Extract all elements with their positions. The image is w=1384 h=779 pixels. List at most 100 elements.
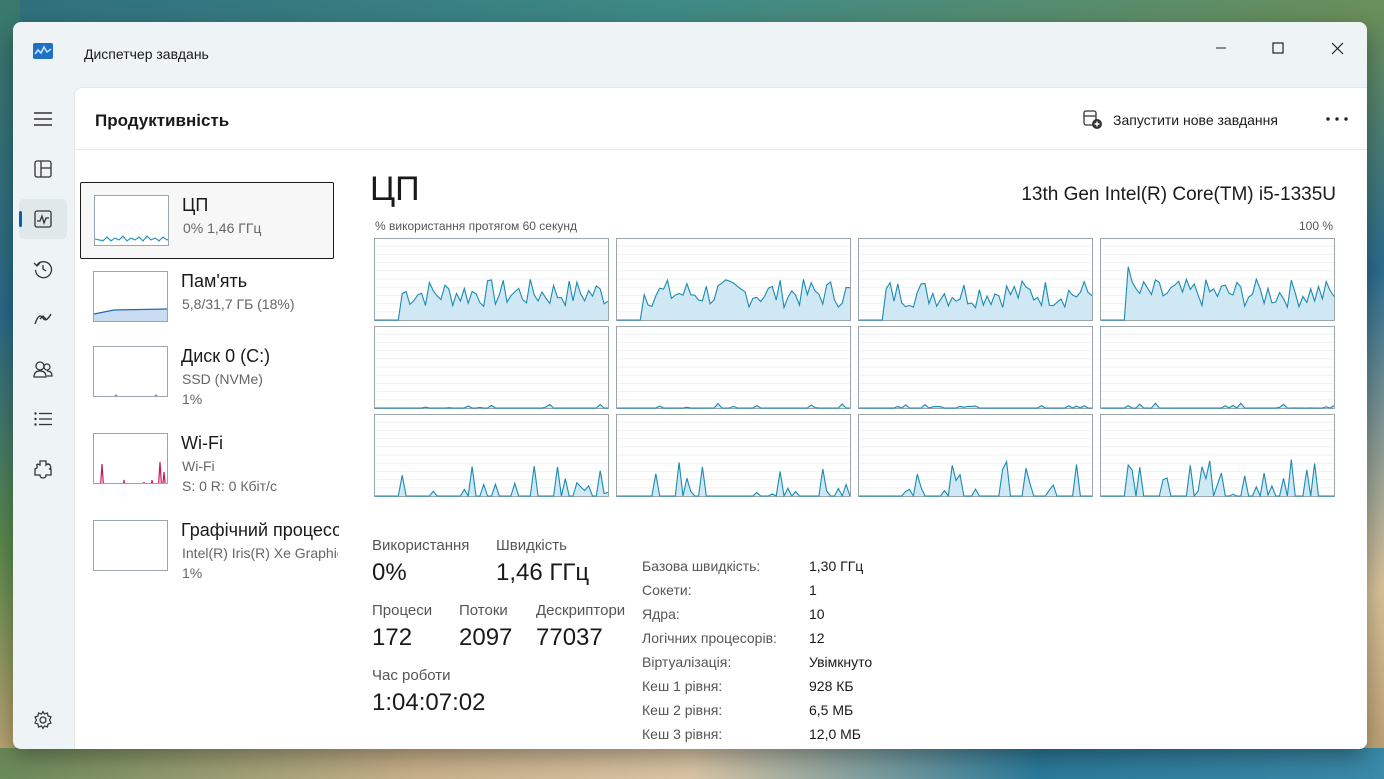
core-graph-1 [616,238,851,321]
spec-sockets-label: Сокети: [642,582,692,598]
resource-detail: 5,8/31,7 ГБ (18%) [182,296,295,312]
history-icon [33,261,53,279]
cpu-title: ЦП [370,170,420,208]
gpu-thumbnail-graph [93,520,168,571]
threads-label: Потоки [459,602,508,619]
processes-value: 172 [372,624,413,651]
nav-users[interactable] [19,349,67,389]
run-task-icon [1083,110,1102,129]
core-graph-5 [616,326,851,409]
task-manager-window: Диспетчер завдань Продуктивність Запусти… [13,22,1367,749]
disk-thumbnail-graph [93,346,168,397]
spec-l3-cache-value: 12,0 МБ [809,726,861,742]
title-bar[interactable]: Диспетчер завдань [13,22,1367,84]
performance-icon [34,210,52,228]
uptime-value: 1:04:07:02 [372,689,486,716]
utilization-value: 0% [372,559,407,586]
maximize-icon [1272,42,1284,54]
gear-icon [34,710,52,730]
spec-l2-cache-label: Кеш 2 рівня: [642,702,723,718]
startup-icon [34,313,52,325]
nav-processes[interactable] [19,149,67,189]
desktop-wallpaper-bottom [0,748,1384,779]
handles-value: 77037 [536,624,603,651]
core-graph-8 [374,414,609,498]
wifi-thumbnail-graph [93,433,168,484]
minimize-icon [1216,47,1226,49]
uptime-label: Час роботи [372,667,451,684]
core-graph-9 [616,414,851,498]
nav-services[interactable] [19,449,67,489]
resource-name: Диск 0 (C:) [181,346,271,366]
memory-thumbnail-graph [93,271,168,322]
processes-icon [34,160,52,178]
graph-max-label: 100 % [1298,219,1333,233]
core-graph-7 [1100,326,1335,409]
resource-item-gpu[interactable]: Графічний процесор 0 Intel(R) Iris(R) Xe… [80,508,339,585]
speed-value: 1,46 ГГц [496,559,590,586]
speed-label: Швидкість [496,537,567,554]
nav-startup-apps[interactable] [19,299,67,339]
resource-item-wifi[interactable]: Wi-Fi Wi-Fi S: 0 R: 0 Кбіт/с [80,421,334,498]
nav-menu-button[interactable] [19,99,67,139]
spec-virtualization-label: Віртуалізація: [642,654,732,670]
resource-detail: Intel(R) Iris(R) Xe Graphics [182,545,338,561]
resource-detail: Wi-Fi [182,458,215,474]
spec-logical-processors-value: 12 [809,630,825,646]
graph-caption: % використання протягом 60 секунд [375,219,577,233]
core-graph-6 [858,326,1093,409]
resource-item-memory[interactable]: Пам'ять 5,8/31,7 ГБ (18%) [80,259,334,336]
close-icon [1331,42,1343,54]
resource-name: Wi-Fi [181,433,223,453]
navigation-sidebar [13,84,73,749]
resource-name: Графічний процесор 0 [181,520,339,540]
core-graph-3 [1100,238,1335,321]
performance-page: Продуктивність Запустити нове завдання Ц… [74,87,1367,749]
nav-performance[interactable] [19,199,67,239]
nav-settings[interactable] [19,700,67,740]
spec-l1-cache-label: Кеш 1 рівня: [642,678,723,694]
more-options-button[interactable] [1322,106,1352,132]
handles-label: Дескриптори [536,602,626,619]
utilization-label: Використання [372,537,470,554]
task-manager-app-icon [33,43,53,59]
core-graph-10 [858,414,1093,498]
run-new-task-button[interactable]: Запустити нове завдання [1083,107,1278,133]
nav-app-history[interactable] [19,249,67,289]
threads-value: 2097 [459,624,513,651]
logical-processor-graphs [374,238,1335,500]
page-title: Продуктивність [95,111,230,130]
spec-l1-cache-value: 928 КБ [809,678,854,694]
minimize-button[interactable] [1198,30,1244,66]
spec-virtualization-value: Увімкнуто [809,654,873,670]
resource-name: ЦП [182,195,209,215]
resource-detail: SSD (NVMe) [182,371,263,387]
hamburger-icon [34,112,52,126]
resource-item-disk[interactable]: Диск 0 (C:) SSD (NVMe) 1% [80,334,334,411]
close-button[interactable] [1314,30,1360,66]
processes-label: Процеси [372,602,433,619]
details-icon [34,412,52,426]
resource-detail: 1% [182,565,203,581]
more-icon [1326,117,1348,121]
spec-base-speed-label: Базова швидкість: [642,558,761,574]
maximize-button[interactable] [1255,30,1301,66]
cpu-model-name: 13th Gen Intel(R) Core(TM) i5-1335U [1021,184,1336,205]
window-title: Диспетчер завдань [84,46,209,62]
spec-cores-label: Ядра: [642,606,680,622]
spec-base-speed-value: 1,30 ГГц [809,558,864,574]
core-graph-4 [374,326,609,409]
active-nav-indicator [19,211,22,227]
resource-name: Пам'ять [181,271,248,291]
nav-details[interactable] [19,399,67,439]
spec-l3-cache-label: Кеш 3 рівня: [642,726,723,742]
spec-l2-cache-value: 6,5 МБ [809,702,854,718]
core-graph-2 [858,238,1093,321]
run-new-task-label: Запустити нове завдання [1113,112,1278,128]
spec-cores-value: 10 [809,606,825,622]
cpu-thumbnail-graph [94,195,169,246]
services-icon [34,460,52,479]
cpu-core-graphs-svg [374,238,1335,498]
core-graph-0 [374,238,609,321]
resource-item-cpu[interactable]: ЦП 0% 1,46 ГГц [80,182,334,259]
